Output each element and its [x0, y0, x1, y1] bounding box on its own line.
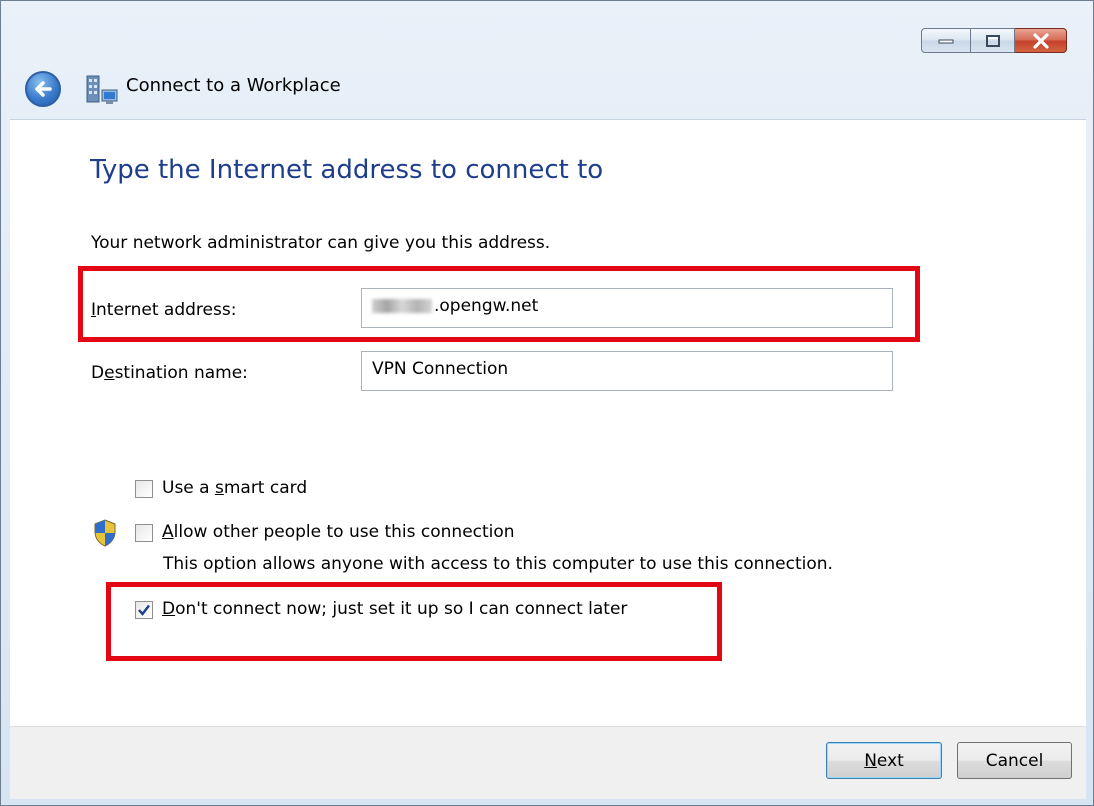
highlight-dont-connect	[106, 582, 722, 661]
smart-card-label[interactable]: Use a smart card	[162, 478, 307, 498]
maximize-button[interactable]	[971, 28, 1015, 53]
destination-name-label: Destination name:	[91, 363, 248, 383]
page-description: Your network administrator can give you …	[91, 233, 551, 253]
minimize-icon	[938, 39, 954, 43]
uac-shield-icon	[94, 519, 116, 547]
destination-name-input[interactable]: VPN Connection	[361, 351, 893, 391]
back-button[interactable]	[25, 71, 61, 107]
minimize-button[interactable]	[921, 28, 971, 53]
workplace-network-icon	[86, 75, 118, 104]
allow-others-label[interactable]: Allow other people to use this connectio…	[162, 522, 515, 542]
next-button[interactable]: Next	[826, 742, 942, 779]
close-button[interactable]	[1015, 28, 1067, 53]
allow-others-checkbox[interactable]	[135, 524, 153, 542]
cancel-button[interactable]: Cancel	[957, 742, 1072, 779]
smart-card-checkbox[interactable]	[135, 480, 153, 498]
close-icon	[1032, 32, 1049, 49]
dialog-window: Connect to a Workplace Type the Internet…	[0, 0, 1094, 806]
window-caption-buttons	[921, 28, 1067, 53]
allow-others-description: This option allows anyone with access to…	[163, 554, 833, 574]
back-arrow-icon	[35, 81, 52, 97]
highlight-internet-address	[78, 266, 920, 342]
page-heading: Type the Internet address to connect to	[90, 155, 604, 185]
maximize-icon	[985, 34, 1000, 47]
window-title: Connect to a Workplace	[126, 75, 341, 96]
